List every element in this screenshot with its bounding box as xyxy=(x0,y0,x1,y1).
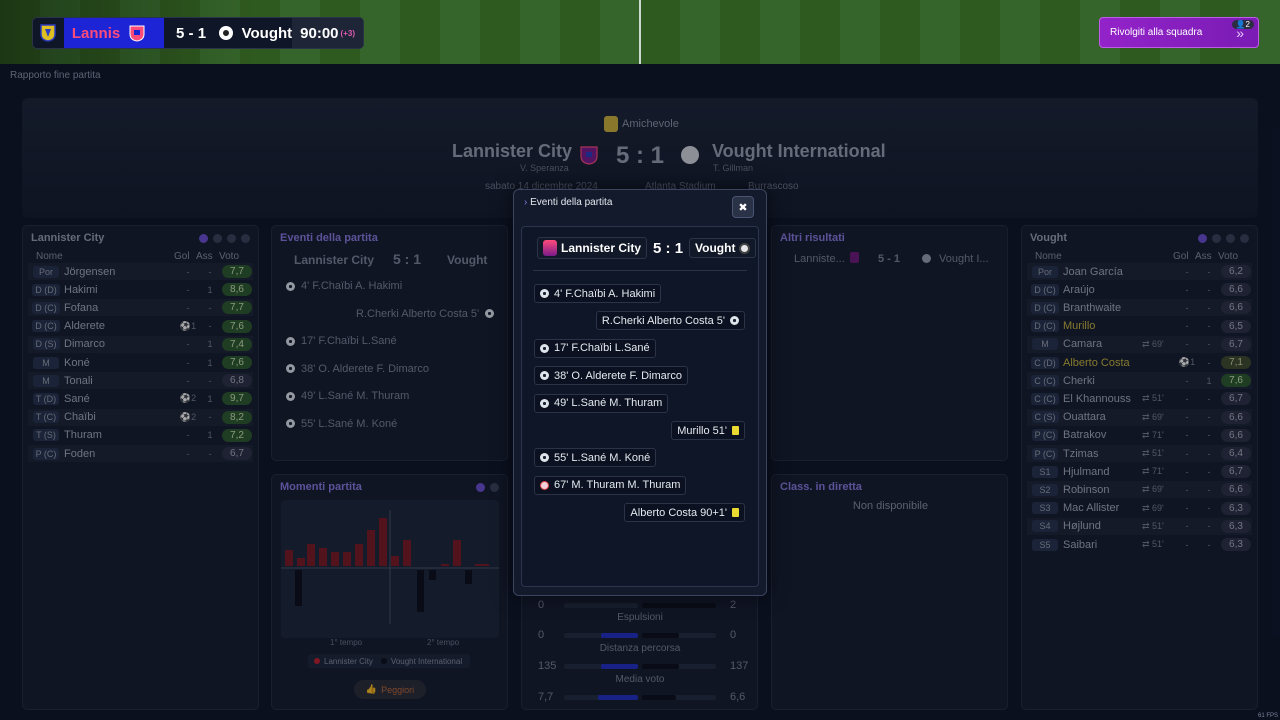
team-talk-button[interactable]: Rivolgiti alla squadra » 👤2 xyxy=(1099,17,1259,48)
modal-event-text: 38' O. Alderete F. Dimarco xyxy=(554,369,683,382)
scorebug-away-name: Vought xyxy=(241,24,293,42)
modal-event-text: 67' M. Thuram M. Thuram xyxy=(554,479,681,492)
modal-event-text: Alberto Costa 90+1' xyxy=(630,506,727,519)
modal-score: 5 : 1 xyxy=(653,239,684,257)
team-talk-label: Rivolgiti alla squadra xyxy=(1110,27,1203,38)
modal-event-text: 49' L.Sané M. Thuram xyxy=(554,397,663,410)
modal-event[interactable]: 4' F.Chaïbi A. Hakimi xyxy=(534,284,662,303)
added-time: (+3) xyxy=(340,28,355,38)
modal-scoreline: Lannister City 5 : 1 Vought xyxy=(537,237,757,259)
modal-event[interactable]: R.Cherki Alberto Costa 5' xyxy=(595,311,745,331)
halfway-line xyxy=(639,0,641,64)
football-icon xyxy=(540,371,549,381)
home-crest-icon xyxy=(33,18,64,48)
yellow-card-icon xyxy=(732,426,739,435)
away-club-icon xyxy=(218,26,233,40)
modal-away-tag: Vought xyxy=(689,238,757,258)
modal-event[interactable]: Murillo 51' xyxy=(671,421,745,440)
modal-divider xyxy=(533,270,747,271)
modal-event-text: 4' F.Chaïbi A. Hakimi xyxy=(554,287,656,300)
yellow-card-icon xyxy=(732,508,739,518)
home-crest-icon xyxy=(543,240,557,256)
modal-event-text: 17' F.Chaïbi L.Sané xyxy=(554,342,650,355)
close-icon[interactable]: ✖ xyxy=(732,196,754,218)
modal-event[interactable]: 17' F.Chaïbi L.Sané xyxy=(534,338,656,358)
modal-event-text: 55' L.Sané M. Koné xyxy=(554,451,651,464)
scorebug: Lannis 5 - 1 Vought 90:00 (+3) xyxy=(32,17,364,49)
clock-time: 90:00 xyxy=(300,24,339,42)
modal-event[interactable]: Alberto Costa 90+1' xyxy=(624,503,745,523)
modal-title: › Eventi della partita xyxy=(524,197,612,208)
modal-away-name: Vought xyxy=(695,241,736,255)
team-talk-badge: 👤2 xyxy=(1231,20,1254,29)
chevron-right-icon: › xyxy=(524,197,528,208)
fps-counter: 61 FPS xyxy=(1257,713,1278,719)
modal-event[interactable]: 67' M. Thuram M. Thuram xyxy=(534,475,687,495)
modal-home-name: Lannister City xyxy=(561,241,642,255)
football-icon xyxy=(540,453,549,463)
football-icon xyxy=(540,289,549,298)
modal-event[interactable]: 49' L.Sané M. Thuram xyxy=(534,393,669,413)
modal-event-text: R.Cherki Alberto Costa 5' xyxy=(601,314,725,327)
modal-event[interactable]: 38' O. Alderete F. Dimarco xyxy=(534,366,689,386)
modal-home-tag: Lannister City xyxy=(537,237,648,259)
away-crest-icon xyxy=(739,242,751,254)
scorebug-score: 5 - 1 xyxy=(176,24,207,42)
scorebug-away: Vought xyxy=(218,24,293,42)
home-club-icon xyxy=(129,25,145,42)
modal-event[interactable]: 55' L.Sané M. Koné xyxy=(534,448,657,468)
own-goal-icon xyxy=(540,480,549,490)
modal-event-text: Murillo 51' xyxy=(677,424,727,437)
scorebug-home: Lannis xyxy=(63,18,165,48)
person-icon: 👤 xyxy=(1235,20,1246,29)
scorebug-home-name: Lannis xyxy=(71,24,121,42)
modal-title-text: Eventi della partita xyxy=(530,197,613,208)
football-icon xyxy=(540,398,549,408)
football-icon xyxy=(730,316,739,326)
football-icon xyxy=(540,343,549,353)
match-clock: 90:00 (+3) xyxy=(292,18,363,48)
